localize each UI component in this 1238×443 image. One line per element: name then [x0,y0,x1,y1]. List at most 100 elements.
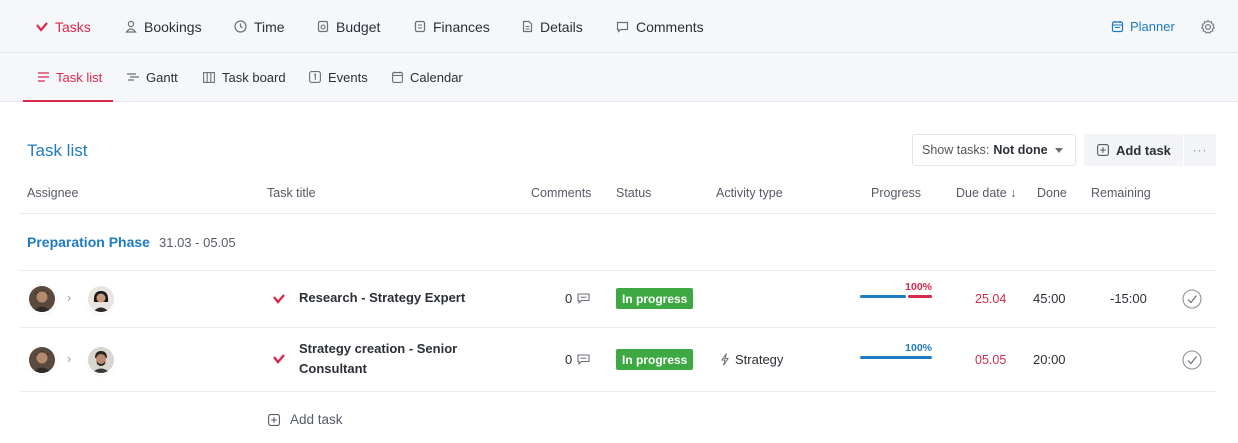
col-assignee[interactable]: Assignee [27,186,78,200]
tab-tasks[interactable]: Tasks [36,0,91,53]
progress-percent: 100% [905,342,932,354]
active-tab-underline [23,100,113,102]
progress-bar-fill [860,356,932,359]
top-nav: Tasks Bookings Time Budget Finances Deta… [0,0,1238,53]
person-icon [125,20,137,33]
phase-name[interactable]: Preparation Phase [27,234,150,250]
tab-details[interactable]: Details [522,0,583,53]
progress-bar-fill [860,295,906,298]
comments-count[interactable]: 0 [565,352,590,367]
chevron-right-icon: › [67,351,72,366]
finances-icon [414,20,426,33]
phase-divider [19,270,1216,271]
header-divider [19,213,1216,214]
plus-square-icon [268,413,280,426]
task-check-icon[interactable] [273,293,285,305]
planner-link[interactable]: Planner [1111,0,1175,53]
gantt-icon [127,73,139,81]
col-activity-type[interactable]: Activity type [716,186,783,200]
add-task-button-label: Add task [1116,142,1171,158]
col-status[interactable]: Status [616,186,651,200]
tab-time[interactable]: Time [234,0,285,53]
tab-bookings-label: Bookings [144,18,202,35]
subtab-task-list[interactable]: Task list [38,53,102,101]
avatar[interactable] [88,347,114,373]
subtab-task-list-label: Task list [56,69,103,85]
row-divider [19,391,1216,392]
task-title-line1: Research - Strategy Expert [299,290,466,305]
done-time: 45:00 [1033,291,1066,306]
gear-icon[interactable] [1200,19,1216,35]
comment-icon [577,354,590,365]
planner-icon [1111,21,1124,33]
activity-type-label: Strategy [735,352,784,367]
comments-value: 0 [565,291,573,306]
planner-label: Planner [1130,19,1175,34]
page-title: Task list [27,141,88,160]
tab-comments[interactable]: Comments [616,0,704,53]
sub-nav: Task list Gantt Task board Events Calend… [0,53,1238,102]
more-options-button[interactable]: ··· [1184,134,1216,166]
comments-value: 0 [565,352,573,367]
add-task-inline-label: Add task [290,412,343,427]
task-title[interactable]: Research - Strategy Expert [299,288,465,308]
task-title[interactable]: Strategy creation - Senior Consultant [299,339,457,379]
due-date: 05.05 [975,353,1007,367]
tab-finances-label: Finances [433,18,490,35]
events-icon [309,71,321,83]
budget-icon [317,20,329,33]
document-icon [522,20,533,33]
add-task-inline-button[interactable]: Add task [268,412,343,427]
task-check-icon[interactable] [273,353,285,365]
col-comments[interactable]: Comments [531,186,591,200]
subtab-task-board[interactable]: Task board [203,53,286,101]
row-divider [19,327,1216,328]
status-badge[interactable]: In progress [616,288,694,309]
comments-count[interactable]: 0 [565,291,590,306]
complete-check-icon[interactable] [1182,350,1202,370]
status-badge[interactable]: In progress [616,349,694,370]
avatar[interactable] [29,286,55,312]
tab-tasks-label: Tasks [55,18,91,35]
subtab-events[interactable]: Events [309,53,368,101]
tab-budget[interactable]: Budget [317,0,380,53]
calendar-icon [392,71,403,83]
col-remaining[interactable]: Remaining [1091,186,1151,200]
list-icon [38,72,49,82]
phase-dates: 31.03 - 05.05 [159,235,236,250]
tab-bookings[interactable]: Bookings [125,0,202,53]
tab-budget-label: Budget [336,18,381,35]
subtab-gantt-label: Gantt [146,69,178,85]
tab-finances[interactable]: Finances [414,0,490,53]
col-task-title[interactable]: Task title [267,186,316,200]
add-task-button[interactable]: Add task [1084,134,1183,166]
subtab-gantt[interactable]: Gantt [127,53,178,101]
subtab-calendar[interactable]: Calendar [392,53,463,101]
complete-check-icon[interactable] [1182,289,1202,309]
subtab-task-board-label: Task board [222,69,286,85]
avatar[interactable] [88,286,114,312]
col-progress[interactable]: Progress [871,186,921,200]
col-done[interactable]: Done [1037,186,1067,200]
progress-percent: 100% [905,281,932,293]
caret-down-icon [1055,148,1063,153]
more-dots-icon: ··· [1192,143,1208,157]
tab-comments-label: Comments [636,18,704,35]
lightning-icon [721,353,729,366]
clock-icon [234,20,247,33]
remaining-time: -15:00 [1110,291,1147,306]
check-icon [36,21,48,32]
filter-value: Not done [993,143,1048,157]
tab-details-label: Details [540,18,583,35]
avatar[interactable] [29,347,55,373]
subtab-events-label: Events [328,69,368,85]
col-due-date[interactable]: Due date ↓ [956,186,1016,200]
show-tasks-filter[interactable]: Show tasks: Not done [912,134,1076,166]
due-date: 25.04 [975,292,1007,306]
board-icon [203,71,215,83]
progress-bar-overrun [908,295,932,298]
done-time: 20:00 [1033,352,1066,367]
subtab-calendar-label: Calendar [410,69,463,85]
activity-type[interactable]: Strategy [721,352,783,367]
filter-prefix: Show tasks: [922,143,990,157]
